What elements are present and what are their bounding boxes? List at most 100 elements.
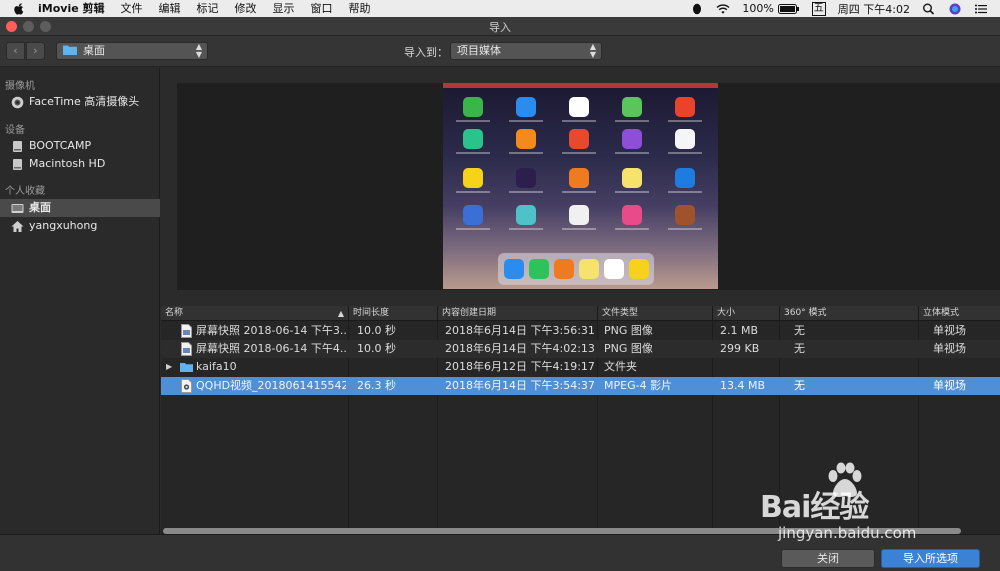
chevron-left-icon: ‹ <box>13 44 18 57</box>
column-header-date[interactable]: 内容创建日期 <box>438 306 598 321</box>
menu-edit[interactable]: 编辑 <box>159 0 181 17</box>
cell-duration: 10.0 秒 <box>357 342 396 355</box>
menubar-clock[interactable]: 周四 下午4:02 <box>838 1 910 17</box>
back-button[interactable]: ‹ <box>6 42 25 60</box>
preview-dock-icon <box>554 259 574 279</box>
import-destination-popup[interactable]: 项目媒体 ▲ ▼ <box>450 42 602 60</box>
menu-mark[interactable]: 标记 <box>197 0 219 17</box>
preview-app-icon <box>569 97 589 117</box>
preview-dock-icon <box>579 259 599 279</box>
table-header: 名称 ▲ 时间长度 内容创建日期 文件类型 大小 360° 模式 立体模式 <box>161 306 1000 321</box>
column-header-label: 360° 模式 <box>784 308 827 318</box>
column-header-label: 内容创建日期 <box>442 308 497 318</box>
sort-ascending-icon: ▲ <box>337 309 344 318</box>
sidebar-item-label: Macintosh HD <box>29 157 106 170</box>
preview-dock-icon <box>604 259 624 279</box>
cell-date: 2018年6月14日 下午4:02:13 <box>445 342 595 355</box>
sidebar-heading-devices: 设备 <box>5 125 25 136</box>
video-file-icon <box>181 379 192 393</box>
cell-size: 2.1 MB <box>720 324 759 337</box>
menu-modify[interactable]: 修改 <box>235 0 257 17</box>
sidebar-item-macintosh-hd[interactable]: Macintosh HD <box>0 155 160 173</box>
column-header-360-mode[interactable]: 360° 模式 <box>780 306 919 321</box>
wifi-icon[interactable] <box>716 3 730 15</box>
column-header-stereo-mode[interactable]: 立体模式 <box>919 306 1000 321</box>
image-file-icon <box>181 324 192 338</box>
input-method-indicator[interactable]: 五 <box>811 1 826 16</box>
location-popup[interactable]: 桌面 ▲ ▼ <box>56 42 208 60</box>
desktop-icon <box>11 204 24 213</box>
preview-app-label <box>668 228 702 230</box>
sidebar-item-home[interactable]: yangxuhong <box>0 217 160 235</box>
table-row[interactable]: 屏幕快照 2018-06-14 下午3.... 10.0 秒 2018年6月14… <box>161 322 1000 340</box>
qq-status-icon[interactable] <box>690 3 704 15</box>
preview-app-label <box>668 191 702 193</box>
column-header-duration[interactable]: 时间长度 <box>349 306 438 321</box>
menu-window[interactable]: 窗口 <box>311 0 333 17</box>
sidebar-heading-favorites: 个人收藏 <box>5 186 45 197</box>
import-destination-label: 项目媒体 <box>457 44 501 57</box>
preview-app-label <box>615 120 649 122</box>
cell-360-mode: 无 <box>794 379 805 392</box>
table-row[interactable]: 屏幕快照 2018-06-14 下午4.... 10.0 秒 2018年6月14… <box>161 340 1000 358</box>
cell-date: 2018年6月14日 下午3:56:31 <box>445 324 595 337</box>
column-header-label: 立体模式 <box>923 308 960 318</box>
preview-app-icon <box>463 168 483 188</box>
import-selected-button[interactable]: 导入所选项 <box>881 549 980 568</box>
preview-app-icon <box>516 205 536 225</box>
preview-app-icon <box>463 97 483 117</box>
close-button[interactable]: 关闭 <box>781 549 875 568</box>
watermark-url: jingyan.baidu.com <box>778 524 917 542</box>
preview-app-icon <box>622 97 642 117</box>
menu-file[interactable]: 文件 <box>121 0 143 17</box>
chevron-right-icon: › <box>33 44 38 57</box>
preview-app-icon <box>463 205 483 225</box>
table-row[interactable]: ▶ kaifa10 2018年6月12日 下午4:19:17 文件夹 <box>161 358 1000 376</box>
preview-app-label <box>562 228 596 230</box>
column-header-name[interactable]: 名称 ▲ <box>161 306 349 321</box>
preview-app-label <box>668 120 702 122</box>
table-row-selected[interactable]: QQHD视频_20180614155427... 26.3 秒 2018年6月1… <box>161 377 1000 395</box>
preview-app-label <box>615 191 649 193</box>
search-icon[interactable] <box>922 3 936 15</box>
siri-icon[interactable] <box>948 3 962 15</box>
popup-arrows-icon: ▲ ▼ <box>589 42 596 59</box>
folder-icon <box>180 363 193 372</box>
preview-app-label <box>456 228 490 230</box>
preview-app-label <box>509 191 543 193</box>
baidu-watermark: Bai经验 jingyan.baidu.com <box>760 462 960 542</box>
apple-menu-icon[interactable] <box>12 2 26 16</box>
cell-date: 2018年6月12日 下午4:19:17 <box>445 360 595 373</box>
preview-app-label <box>668 152 702 154</box>
cell-360-mode: 无 <box>794 342 805 355</box>
cell-duration <box>357 358 437 376</box>
sidebar-item-facetime-camera[interactable]: FaceTime 高清摄像头 <box>0 93 160 111</box>
column-header-size[interactable]: 大小 <box>713 306 780 321</box>
menu-app-name[interactable]: iMovie 剪辑 <box>38 0 105 17</box>
cell-name: QQHD视频_20180614155427... <box>196 379 346 392</box>
forward-button[interactable]: › <box>26 42 45 60</box>
menu-help[interactable]: 帮助 <box>349 0 371 17</box>
preview-app-icon <box>516 97 536 117</box>
preview-app-label <box>509 228 543 230</box>
column-header-type[interactable]: 文件类型 <box>598 306 713 321</box>
sidebar-item-bootcamp[interactable]: BOOTCAMP <box>0 137 160 155</box>
preview-pane <box>161 68 1000 306</box>
menu-view[interactable]: 显示 <box>273 0 295 17</box>
preview-app-label <box>615 152 649 154</box>
cell-type: 文件夹 <box>604 360 637 373</box>
cell-type: PNG 图像 <box>604 324 653 337</box>
cell-360-mode: 无 <box>794 324 805 337</box>
preview-app-icon <box>622 168 642 188</box>
cell-type: PNG 图像 <box>604 342 653 355</box>
preview-app-icon <box>569 168 589 188</box>
disk-icon <box>13 141 22 152</box>
battery-icon[interactable] <box>777 3 800 15</box>
disk-icon <box>13 159 22 170</box>
notification-center-icon[interactable] <box>974 3 988 15</box>
preview-dock-icon <box>529 259 549 279</box>
sidebar-item-desktop[interactable]: 桌面 <box>0 199 160 217</box>
cell-type: MPEG-4 影片 <box>604 379 673 392</box>
home-icon <box>11 221 24 232</box>
disclosure-triangle-icon[interactable]: ▶ <box>166 358 172 376</box>
